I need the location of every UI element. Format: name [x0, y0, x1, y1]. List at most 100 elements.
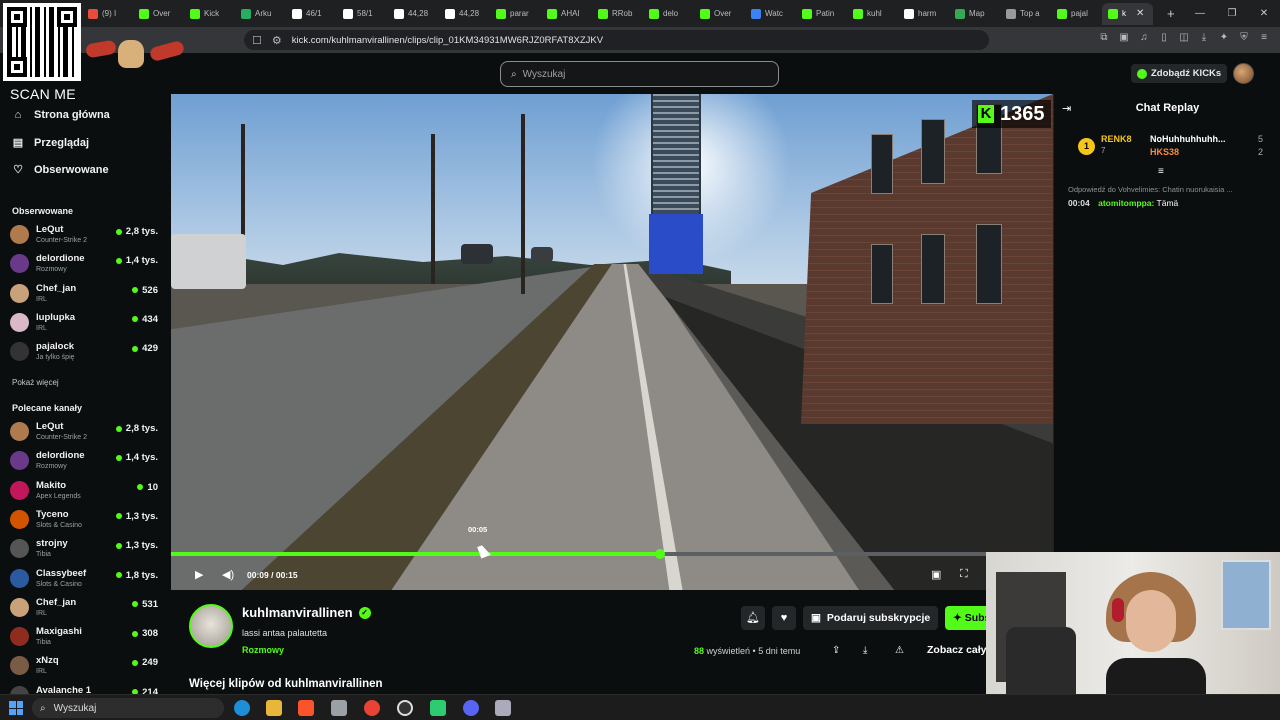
headset-icon	[1112, 598, 1124, 622]
browser-tab[interactable]: kuhl	[847, 3, 898, 25]
sidebar-channel[interactable]: Maxigashi Tibia 308	[10, 624, 160, 652]
nav-following[interactable]: ♡ Obserwowane	[12, 163, 109, 177]
windows-start-icon[interactable]	[9, 701, 23, 715]
browser-tab[interactable]: 58/1	[337, 3, 388, 25]
close-tab-icon[interactable]: ✕	[1136, 8, 1144, 19]
ai-icon[interactable]: ✦	[1218, 32, 1230, 44]
browser-tab[interactable]: Arku	[235, 3, 286, 25]
search-input[interactable]: ⌕ Wyszukaj	[500, 61, 779, 87]
sidebar-icon[interactable]: ▯	[1158, 32, 1170, 44]
discord-icon[interactable]	[463, 700, 479, 716]
browser-tab[interactable]: 46/1	[286, 3, 337, 25]
clip-category[interactable]: Rozmowy	[242, 645, 284, 655]
screenshot-icon[interactable]: ▣	[1118, 32, 1130, 44]
streamer-avatar[interactable]	[189, 604, 233, 648]
share-icon[interactable]: ⇪	[832, 645, 840, 656]
music-icon[interactable]: ♫	[1138, 32, 1150, 44]
file-explorer-icon[interactable]	[266, 700, 282, 716]
browser-tab[interactable]: Watc	[745, 3, 796, 25]
fullscreen-icon[interactable]: ⛶	[960, 568, 968, 581]
video-player[interactable]: K 1365	[171, 94, 1053, 590]
browser-tab[interactable]: k ✕	[1102, 2, 1153, 25]
sidebar-channel[interactable]: Chef_jan IRL 531	[10, 595, 160, 623]
sidebar-channel[interactable]: pajalock Ja tylko śpię 429	[10, 339, 160, 367]
subscribe-button[interactable]: ✦ Subskrybuj	[945, 606, 986, 630]
volume-icon[interactable]: ◀)	[222, 568, 234, 581]
edge-icon[interactable]	[234, 700, 250, 716]
browser-tab[interactable]: 44,28	[439, 3, 490, 25]
sidebar-channel[interactable]: luplupka IRL 434	[10, 310, 160, 338]
browser-tab[interactable]: 44,28	[388, 3, 439, 25]
app-icon[interactable]	[495, 700, 511, 716]
notifications-button[interactable]: 🔔︎	[741, 606, 765, 630]
expand-gifters-icon[interactable]: ≡	[1158, 166, 1164, 177]
see-full-button[interactable]: Zobacz cały	[927, 644, 987, 656]
sidebar-channel[interactable]: delordione Rozmowy 1,4 tys.	[10, 448, 160, 476]
browser-tab[interactable]: Over	[694, 3, 745, 25]
show-more-link[interactable]: Pokaż więcej	[12, 378, 59, 387]
streamer-name-row[interactable]: kuhlmanvirallinen ✓	[242, 605, 371, 620]
close-window-icon[interactable]: ✕	[1248, 0, 1280, 27]
browser-tab[interactable]: harm	[898, 3, 949, 25]
message-user[interactable]: atomitomppa:	[1098, 198, 1154, 208]
sidebar-channel[interactable]: delordione Rozmowy 1,4 tys.	[10, 251, 160, 279]
browser-tab[interactable]: AHAI	[541, 3, 592, 25]
get-kicks-button[interactable]: Zdobądź KICKs	[1131, 64, 1228, 83]
follow-heart-button[interactable]: ♥	[772, 606, 796, 630]
new-tab-icon[interactable]: +	[1167, 6, 1175, 21]
progress-bar[interactable]	[171, 549, 986, 559]
progress-handle[interactable]	[655, 549, 665, 559]
site-info-icon[interactable]: ⚙	[272, 34, 282, 47]
app-icon[interactable]	[430, 700, 446, 716]
browser-tab[interactable]: RRob	[592, 3, 643, 25]
browser-tab[interactable]: Over	[133, 3, 184, 25]
sidebar-channel[interactable]: LeQut Counter-Strike 2 2,8 tys.	[10, 222, 160, 250]
views-label: wyświetleń	[706, 646, 751, 656]
restore-icon[interactable]: ❐	[1216, 0, 1248, 27]
gifter-3-name[interactable]: HKS38	[1150, 147, 1179, 157]
browser-tab[interactable]: Patin	[796, 3, 847, 25]
sidebar-channel[interactable]: Makito Apex Legends 10	[10, 478, 160, 506]
taskbar-search[interactable]: ⌕ Wyszukaj	[32, 698, 224, 718]
browser-tab[interactable]: parar	[490, 3, 541, 25]
theater-mode-icon[interactable]: ▣	[931, 568, 941, 581]
gift-subs-button[interactable]: ▣ Podaruj subskrypcje	[803, 606, 939, 630]
app-icon[interactable]	[331, 700, 347, 716]
wallet-icon[interactable]: ◫	[1178, 32, 1190, 44]
browser-tab[interactable]: Kick	[184, 3, 235, 25]
brave-icon[interactable]	[298, 700, 314, 716]
nav-browse[interactable]: ▤ Przeglądaj	[12, 136, 89, 150]
chrome-icon[interactable]	[364, 700, 380, 716]
minimize-icon[interactable]: —	[1184, 0, 1216, 27]
url-text[interactable]: kick.com/kuhlmanvirallinen/clips/clip_01…	[292, 35, 603, 46]
video-window	[871, 134, 893, 194]
gifter-2-name[interactable]: NoHuhhuhhuhh...	[1150, 134, 1225, 144]
top-gifter-name[interactable]: RENK8	[1101, 134, 1132, 144]
menu-icon[interactable]: ≡	[1258, 32, 1270, 44]
browser-tab[interactable]: (9) I	[82, 3, 133, 25]
sidebar-channel[interactable]: Chef_jan IRL 526	[10, 281, 160, 309]
browser-tab[interactable]: Top a	[1000, 3, 1051, 25]
recommended-section-title: Polecane kanały	[12, 403, 83, 413]
sidebar-channel[interactable]: xNzq IRL 249	[10, 653, 160, 681]
bookmark-icon[interactable]: ☐	[252, 34, 262, 47]
report-icon[interactable]: ⚠	[895, 645, 904, 656]
extensions-icon[interactable]: ⧉	[1098, 32, 1110, 44]
sidebar-channel[interactable]: strojny Tibia 1,3 tys.	[10, 536, 160, 564]
download-clip-icon[interactable]: ⤓	[863, 645, 867, 656]
nav-home[interactable]: ⌂ Strona główna	[12, 109, 110, 121]
obs-icon[interactable]	[397, 700, 413, 716]
tab-favicon-icon	[751, 8, 761, 19]
shield-icon[interactable]: ⛨	[1238, 32, 1250, 44]
sidebar-channel[interactable]: Tyceno Slots & Casino 1,3 tys.	[10, 507, 160, 535]
download-icon[interactable]: ⤓	[1198, 32, 1210, 44]
streamer-name[interactable]: kuhlmanvirallinen	[242, 605, 353, 620]
browser-tab[interactable]: Map	[949, 3, 1000, 25]
play-icon[interactable]: ▶	[195, 568, 203, 581]
sidebar-channel[interactable]: Classybeef Slots & Casino 1,8 tys.	[10, 566, 160, 594]
browser-tab[interactable]: delo	[643, 3, 694, 25]
sidebar-channel[interactable]: LeQut Counter-Strike 2 2,8 tys.	[10, 419, 160, 447]
url-field[interactable]: ☐ ⚙ kick.com/kuhlmanvirallinen/clips/cli…	[244, 30, 989, 50]
browser-tab[interactable]: pajal	[1051, 3, 1102, 25]
user-avatar[interactable]	[1233, 63, 1254, 84]
